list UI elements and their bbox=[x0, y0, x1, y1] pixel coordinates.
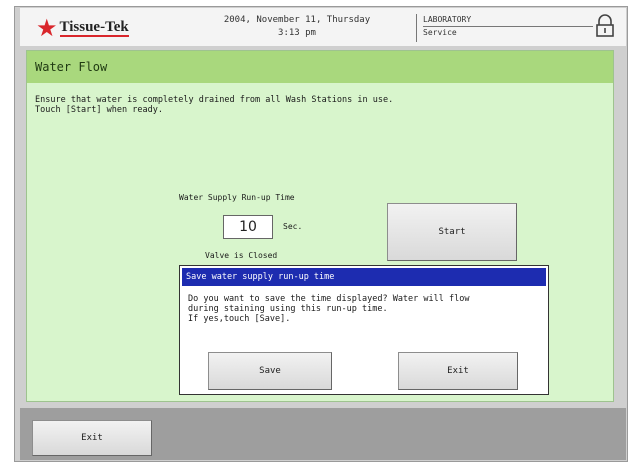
bottom-bar: Exit bbox=[20, 408, 626, 460]
user-info: LABORATORY Service bbox=[416, 14, 616, 42]
exit-button[interactable]: Exit bbox=[32, 420, 152, 456]
valve-status-text: Valve is Closed bbox=[205, 251, 278, 260]
save-button[interactable]: Save bbox=[208, 352, 332, 390]
panel-title: Water Flow bbox=[27, 51, 613, 83]
time-text: 3:13 pm bbox=[278, 28, 316, 38]
mode-text: Service bbox=[423, 28, 457, 37]
dialog-title: Save water supply run-up time bbox=[182, 268, 546, 286]
lock-icon[interactable] bbox=[594, 14, 616, 38]
logo-text: Tissue-Tek bbox=[59, 19, 129, 37]
star-logo-icon: ★ bbox=[36, 14, 58, 42]
department-text: LABORATORY bbox=[423, 14, 593, 27]
runup-time-field[interactable]: 10 bbox=[223, 215, 273, 239]
date-time-display: 2004, November 11, Thursday 3:13 pm bbox=[192, 14, 402, 40]
dialog-exit-button[interactable]: Exit bbox=[398, 352, 518, 390]
seconds-unit-label: Sec. bbox=[283, 222, 303, 231]
dialog-message: Do you want to save the time displayed? … bbox=[188, 294, 470, 324]
date-text: 2004, November 11, Thursday bbox=[223, 15, 371, 25]
instructions-text: Ensure that water is completely drained … bbox=[35, 95, 394, 115]
start-button[interactable]: Start bbox=[387, 203, 517, 261]
water-flow-panel: Water Flow Ensure that water is complete… bbox=[26, 50, 614, 402]
save-runup-dialog: Save water supply run-up time Do you wan… bbox=[179, 265, 549, 395]
header-bar: ★ Tissue-Tek 2004, November 11, Thursday… bbox=[20, 8, 626, 46]
brand-logo: ★ Tissue-Tek bbox=[36, 14, 129, 42]
runup-time-label: Water Supply Run-up Time bbox=[179, 193, 295, 202]
